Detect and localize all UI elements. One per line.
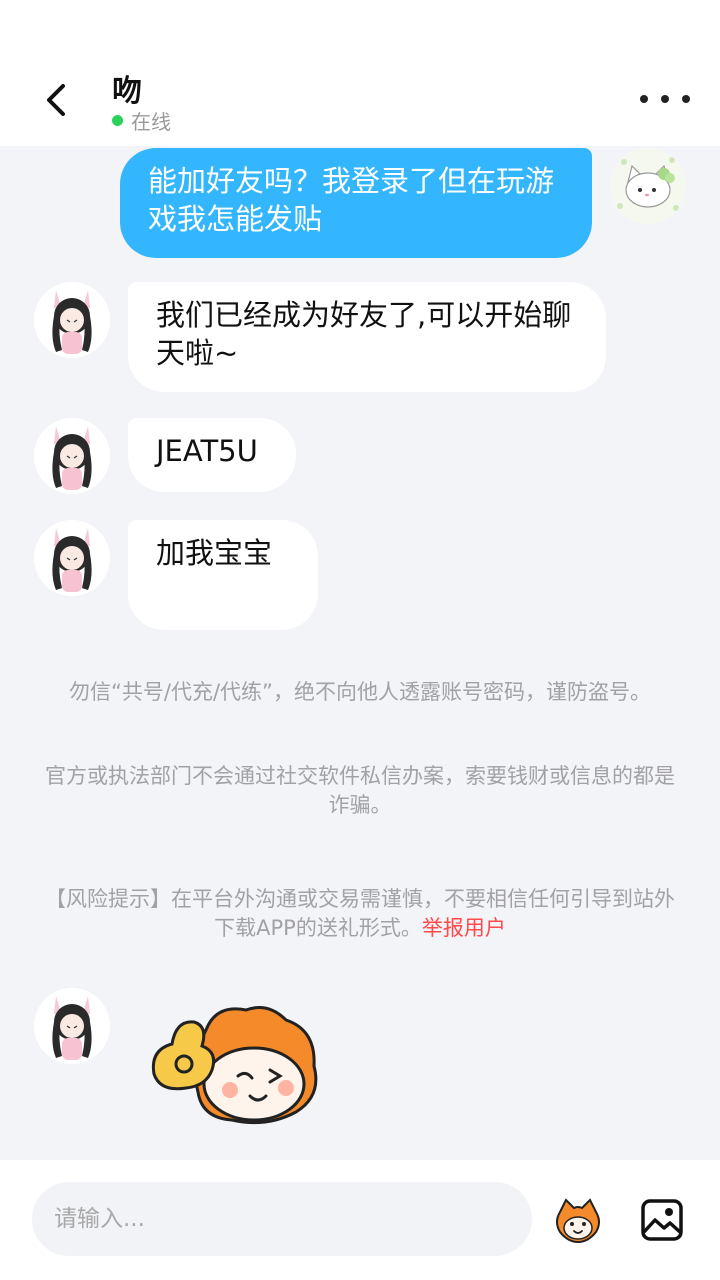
emoji-button[interactable] bbox=[554, 1196, 602, 1244]
girl-avatar-icon bbox=[34, 988, 110, 1064]
fraud-warning-notice: 官方或执法部门不会通过社交软件私信办案，索要钱财或信息的都是诈骗。 bbox=[45, 764, 675, 817]
more-dot bbox=[661, 95, 669, 103]
message-bubble-incoming[interactable]: 加我宝宝 bbox=[128, 520, 318, 630]
online-status-text: 在线 bbox=[131, 110, 171, 134]
report-user-link[interactable]: 举报用户 bbox=[422, 916, 506, 940]
more-dot bbox=[682, 95, 690, 103]
online-status: 在线 bbox=[112, 106, 171, 135]
message-input[interactable] bbox=[32, 1182, 532, 1256]
message-text: 能加好友吗？我登录了但在玩游戏我怎能发贴 bbox=[148, 164, 555, 236]
message-bubble-incoming[interactable]: JEAT5U bbox=[128, 418, 296, 492]
girl-avatar-icon bbox=[34, 418, 110, 494]
fox-wink-ok-sticker[interactable] bbox=[146, 1000, 324, 1130]
message-text: 加我宝宝 bbox=[156, 536, 273, 570]
contact-avatar[interactable] bbox=[34, 282, 110, 358]
message-bubble-outgoing[interactable]: 能加好友吗？我登录了但在玩游戏我怎能发贴 bbox=[120, 148, 592, 258]
back-button[interactable] bbox=[30, 74, 82, 126]
risk-warning-text: 【风险提示】在平台外沟通或交易需谨慎，不要相信任何引导到站外下载APP的送礼形式… bbox=[45, 887, 675, 940]
risk-warning-notice: 【风险提示】在平台外沟通或交易需谨慎，不要相信任何引导到站外下载APP的送礼形式… bbox=[40, 885, 680, 943]
message-input-bar bbox=[0, 1160, 720, 1280]
contact-avatar[interactable] bbox=[34, 520, 110, 596]
image-picker-icon bbox=[641, 1199, 683, 1241]
more-dot bbox=[640, 95, 648, 103]
chat-header: 吻 在线 bbox=[0, 60, 720, 146]
chat-title: 吻 bbox=[112, 74, 142, 109]
image-button[interactable] bbox=[638, 1196, 686, 1244]
fox-emoji-icon bbox=[556, 1198, 600, 1244]
message-text: 我们已经成为好友了,可以开始聊天啦~ bbox=[156, 298, 572, 370]
status-bar bbox=[0, 0, 720, 60]
contact-avatar[interactable] bbox=[34, 988, 110, 1064]
girl-avatar-icon bbox=[34, 520, 110, 596]
account-safety-notice: 勿信“共号/代充/代练”，绝不向他人透露账号密码，谨防盗号。 bbox=[69, 680, 651, 704]
cat-avatar-icon bbox=[610, 148, 686, 224]
contact-avatar[interactable] bbox=[34, 418, 110, 494]
back-arrow-icon bbox=[47, 84, 65, 116]
message-bubble-incoming[interactable]: 我们已经成为好友了,可以开始聊天啦~ bbox=[128, 282, 606, 392]
my-avatar[interactable] bbox=[610, 148, 686, 224]
more-button[interactable] bbox=[640, 84, 690, 114]
online-dot bbox=[112, 115, 123, 126]
message-text: JEAT5U bbox=[156, 434, 258, 468]
girl-avatar-icon bbox=[34, 282, 110, 358]
